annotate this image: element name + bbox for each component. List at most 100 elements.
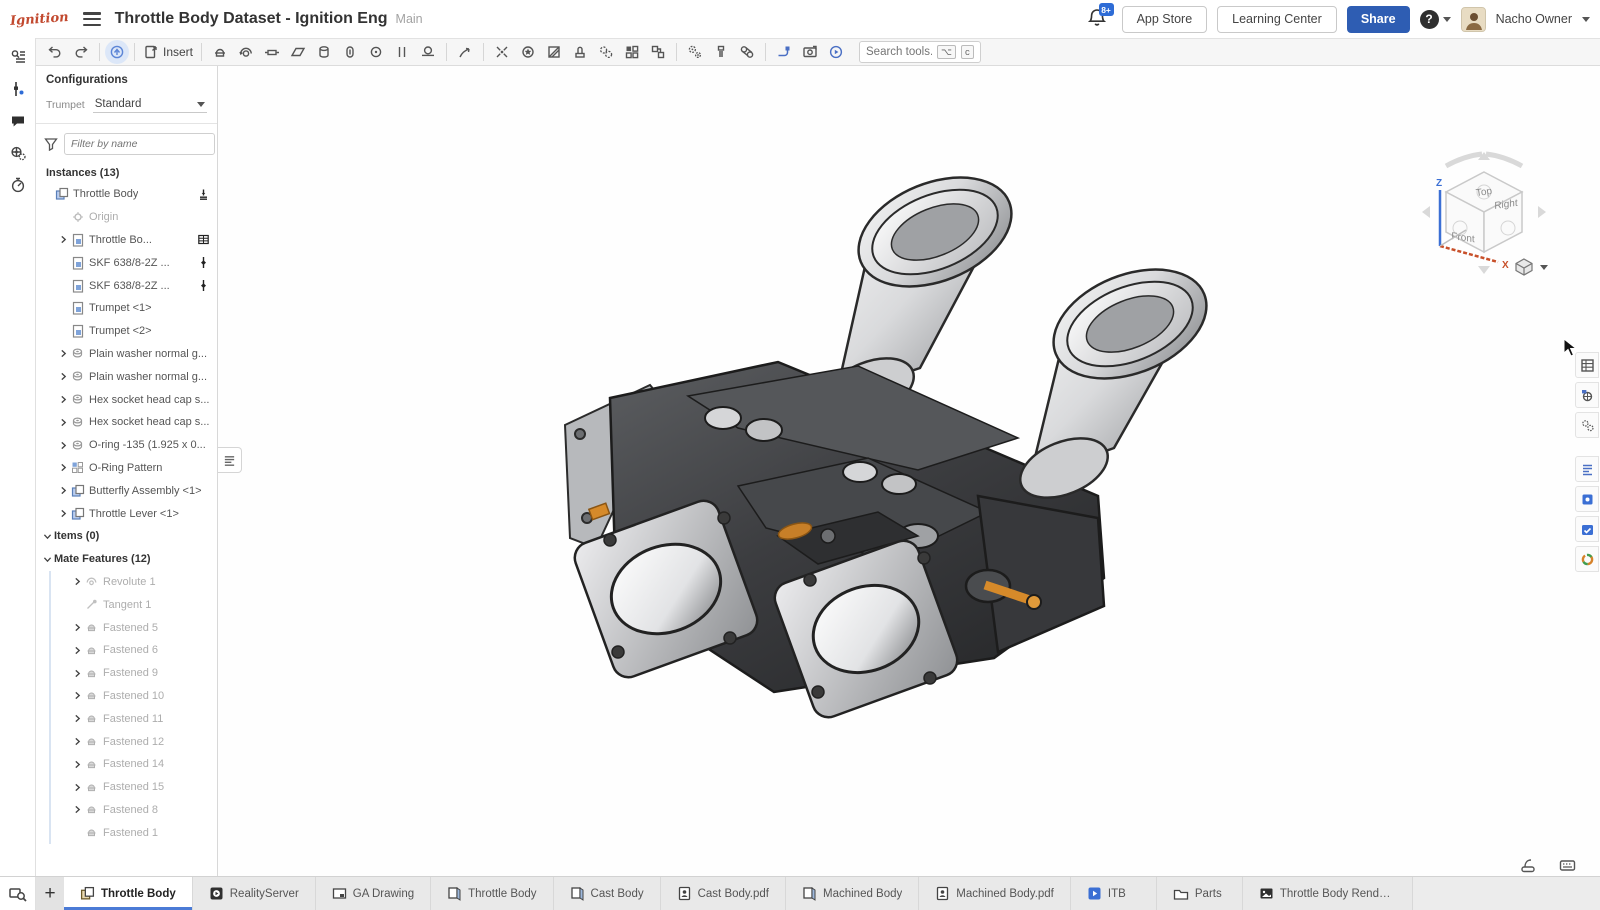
configured-badge-icon[interactable] — [196, 187, 211, 202]
chevron-right-icon[interactable] — [70, 735, 84, 749]
notifications-bell-icon[interactable]: 8+ — [1086, 7, 1112, 31]
screw-relation-button[interactable] — [708, 40, 734, 64]
replicate-button[interactable] — [593, 40, 619, 64]
chevron-right-icon[interactable] — [70, 643, 84, 657]
chevron-right-icon[interactable] — [56, 370, 70, 384]
sheet-metal-button[interactable] — [771, 40, 797, 64]
chevron-down-icon[interactable] — [40, 552, 54, 566]
workspace-badge[interactable]: Main — [396, 12, 423, 26]
tree-item[interactable]: Throttle Bo... — [36, 229, 217, 252]
history-icon[interactable] — [3, 170, 33, 200]
chevron-right-icon[interactable] — [70, 780, 84, 794]
group-button[interactable] — [645, 40, 671, 64]
tree-section-mate-features-12-[interactable]: Mate Features (12) — [36, 548, 217, 571]
tree-item[interactable]: SKF 638/8-2Z ... — [36, 274, 217, 297]
learning-center-button[interactable]: Learning Center — [1217, 6, 1337, 33]
pin-badge-icon[interactable] — [196, 278, 211, 293]
chevron-right-icon[interactable] — [56, 484, 70, 498]
fastened-mate-button[interactable] — [207, 40, 233, 64]
comments-icon[interactable] — [3, 106, 33, 136]
appearance-button[interactable] — [515, 40, 541, 64]
exploded-view-button[interactable] — [489, 40, 515, 64]
user-menu-caret-icon[interactable] — [1582, 17, 1590, 22]
chevron-right-icon[interactable] — [56, 347, 70, 361]
chevron-right-icon[interactable] — [70, 621, 84, 635]
config-value-dropdown[interactable]: Standard — [93, 96, 207, 113]
user-name[interactable]: Nacho Owner — [1496, 12, 1572, 26]
tree-item[interactable]: Plain washer normal g... — [36, 365, 217, 388]
linear-pattern-button[interactable] — [619, 40, 645, 64]
pin-slot-mate-button[interactable] — [337, 40, 363, 64]
viewcube-top-label[interactable]: Top — [1475, 186, 1493, 199]
render-studio-panel-icon[interactable] — [1575, 546, 1599, 572]
tree-item[interactable]: SKF 638/8-2Z ... — [36, 251, 217, 274]
tree-item[interactable]: Plain washer normal g... — [36, 343, 217, 366]
undo-button[interactable] — [42, 40, 68, 64]
tree-item[interactable]: Fastened 12 — [36, 730, 217, 753]
tree-section-items-0-[interactable]: Items (0) — [36, 525, 217, 548]
mouse-hint-icon[interactable] — [1520, 858, 1537, 873]
chevron-right-icon[interactable] — [56, 415, 70, 429]
chevron-down-icon[interactable] — [40, 529, 54, 543]
chevron-right-icon[interactable] — [56, 393, 70, 407]
viewcube-front-label[interactable]: Front — [1451, 231, 1475, 245]
chevron-right-icon[interactable] — [56, 438, 70, 452]
tab-realityserver[interactable]: RealityServer — [193, 877, 316, 910]
tab-machined-body[interactable]: Machined Body — [786, 877, 919, 910]
view-options-menu[interactable] — [1514, 258, 1548, 276]
tab-ga-drawing[interactable]: GA Drawing — [316, 877, 431, 910]
filter-funnel-icon[interactable] — [44, 137, 58, 151]
where-used-panel-icon[interactable] — [1575, 382, 1599, 408]
chevron-right-icon[interactable] — [70, 803, 84, 817]
final-position-button[interactable] — [105, 40, 129, 64]
versions-icon[interactable] — [3, 138, 33, 168]
help-menu[interactable]: ? — [1420, 10, 1451, 29]
tree-item[interactable]: Hex socket head cap s... — [36, 411, 217, 434]
chevron-right-icon[interactable] — [56, 507, 70, 521]
app-logo[interactable]: Ignition — [10, 9, 70, 28]
mate-connector-button[interactable] — [452, 40, 478, 64]
search-tabs-icon[interactable] — [0, 877, 36, 910]
main-menu-icon[interactable] — [83, 12, 101, 26]
cut-list-panel-icon[interactable] — [1575, 456, 1599, 482]
tab-throttle-body-renderin-[interactable]: Throttle Body Renderin... — [1243, 877, 1413, 910]
tab-throttle-body[interactable]: Throttle Body — [431, 877, 553, 910]
avatar[interactable] — [1461, 7, 1486, 32]
tree-item[interactable]: Butterfly Assembly <1> — [36, 479, 217, 502]
table-badge-icon[interactable] — [196, 232, 211, 247]
keyboard-shortcuts-icon[interactable] — [1559, 858, 1576, 873]
named-positions-button[interactable] — [567, 40, 593, 64]
chevron-right-icon[interactable] — [56, 461, 70, 475]
tree-item[interactable]: Hex socket head cap s... — [36, 388, 217, 411]
tree-item[interactable]: Fastened 6 — [36, 639, 217, 662]
tree-item[interactable]: Origin — [36, 206, 217, 229]
parallel-mate-button[interactable] — [389, 40, 415, 64]
search-tools-input[interactable] — [866, 46, 932, 58]
bom-table-panel-icon[interactable] — [1575, 352, 1599, 378]
tab-cast-body[interactable]: Cast Body — [554, 877, 661, 910]
tree-item[interactable]: O-Ring Pattern — [36, 457, 217, 480]
publications-panel-icon[interactable] — [1575, 516, 1599, 542]
chevron-right-icon[interactable] — [70, 757, 84, 771]
panel-flyout-handle[interactable] — [218, 447, 242, 473]
tree-item[interactable]: Fastened 15 — [36, 776, 217, 799]
add-tab-button[interactable]: + — [36, 877, 64, 910]
chevron-right-icon[interactable] — [70, 689, 84, 703]
pin-badge-icon[interactable] — [196, 255, 211, 270]
search-tools-box[interactable]: ⌥c — [859, 41, 981, 63]
configurations-panel-icon[interactable] — [3, 74, 33, 104]
tree-item[interactable]: Trumpet <2> — [36, 320, 217, 343]
tab-throttle-body[interactable]: Throttle Body — [64, 877, 193, 910]
chevron-right-icon[interactable] — [70, 575, 84, 589]
tree-item[interactable]: Fastened 11 — [36, 707, 217, 730]
chevron-right-icon[interactable] — [56, 233, 70, 247]
tree-item[interactable]: Fastened 9 — [36, 662, 217, 685]
tree-item[interactable]: Tangent 1 — [36, 593, 217, 616]
animate-button[interactable] — [823, 40, 849, 64]
tree-item[interactable]: Fastened 1 — [36, 821, 217, 844]
filter-input[interactable] — [64, 133, 215, 155]
tree-item[interactable]: Throttle Lever <1> — [36, 502, 217, 525]
tree-item[interactable]: Fastened 14 — [36, 753, 217, 776]
section-view-button[interactable] — [541, 40, 567, 64]
tree-item[interactable]: Fastened 10 — [36, 685, 217, 708]
